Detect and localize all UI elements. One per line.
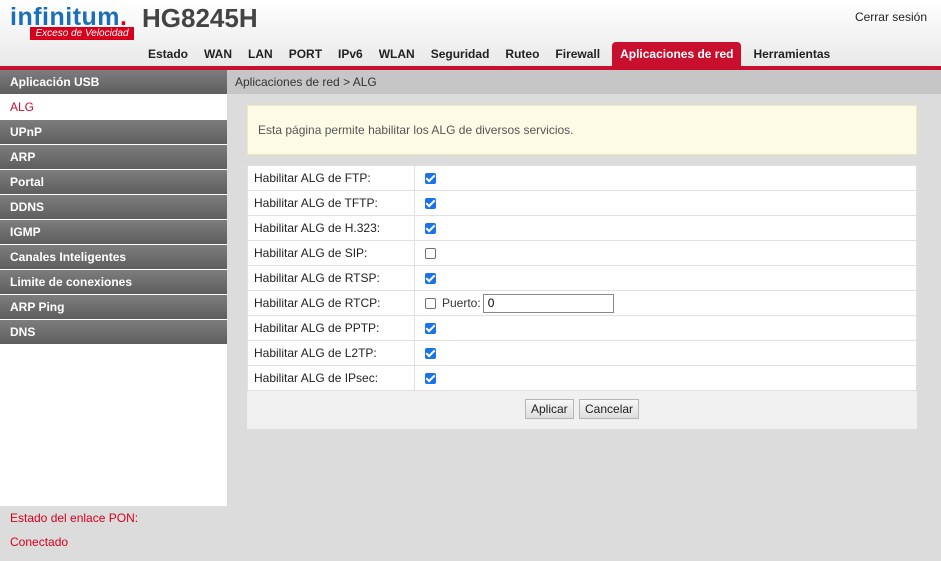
pon-status-value: Conectado xyxy=(10,535,69,549)
form-row: Habilitar ALG de TFTP: xyxy=(247,190,917,216)
form-row: Habilitar ALG de SIP: xyxy=(247,240,917,266)
alg-checkbox[interactable] xyxy=(425,173,436,185)
port-input[interactable] xyxy=(482,293,614,313)
form-row: Habilitar ALG de H.323: xyxy=(247,215,917,241)
nav-tab-estado[interactable]: Estado xyxy=(140,42,196,66)
alg-checkbox[interactable] xyxy=(425,323,436,335)
alg-value-cell xyxy=(414,365,917,391)
nav-tab-ruteo[interactable]: Ruteo xyxy=(497,42,547,66)
alg-label: Habilitar ALG de RTCP: xyxy=(247,290,415,316)
main-nav: Estado WAN LAN PORT IPv6 WLAN Seguridad Ruteo Fi… xyxy=(140,40,838,66)
nav-tab-ipv6[interactable]: IPv6 xyxy=(330,42,371,66)
alg-label: Habilitar ALG de SIP: xyxy=(247,240,415,266)
alg-value-cell xyxy=(414,190,917,216)
sidebar-item-arp[interactable]: ARP xyxy=(0,145,227,170)
alg-form: Habilitar ALG de FTP: Habilitar ALG de TF… xyxy=(247,165,917,429)
pon-status-label: Estado del enlace PON: xyxy=(10,511,139,525)
alg-value-cell xyxy=(414,165,917,191)
button-row: Aplicar Cancelar xyxy=(247,391,917,429)
sidebar-item-aplicacion-usb[interactable]: Aplicación USB xyxy=(0,70,227,95)
sidebar-item-ddns[interactable]: DDNS xyxy=(0,195,227,220)
info-box: Esta página permite habilitar los ALG de… xyxy=(247,105,917,155)
alg-value-cell xyxy=(414,315,917,341)
form-row: Habilitar ALG de RTCP: Puerto: xyxy=(247,290,917,316)
nav-tab-wan[interactable]: WAN xyxy=(196,42,240,66)
nav-tab-port[interactable]: PORT xyxy=(281,42,330,66)
nav-tab-herramientas[interactable]: Herramientas xyxy=(745,42,838,66)
alg-value-cell xyxy=(414,215,917,241)
alg-checkbox[interactable] xyxy=(425,198,436,210)
alg-checkbox[interactable] xyxy=(425,223,436,235)
nav-tab-lan[interactable]: LAN xyxy=(240,42,281,66)
nav-tab-aplicaciones-de-red[interactable]: Aplicaciones de red xyxy=(612,42,742,66)
form-row: Habilitar ALG de IPsec: xyxy=(247,365,917,391)
brand-logo: infinitum. Exceso de Velocidad xyxy=(10,3,134,40)
alg-label: Habilitar ALG de FTP: xyxy=(247,165,415,191)
sidebar-item-igmp[interactable]: IGMP xyxy=(0,220,227,245)
header: infinitum. Exceso de Velocidad HG8245H C… xyxy=(0,0,941,66)
sidebar-item-arp-ping[interactable]: ARP Ping xyxy=(0,295,227,320)
logout-link[interactable]: Cerrar sesión xyxy=(855,10,927,24)
alg-label: Habilitar ALG de L2TP: xyxy=(247,340,415,366)
sidebar-item-alg[interactable]: ALG xyxy=(0,95,227,120)
alg-label: Habilitar ALG de TFTP: xyxy=(247,190,415,216)
alg-value-cell xyxy=(414,265,917,291)
alg-label: Habilitar ALG de RTSP: xyxy=(247,265,415,291)
device-model: HG8245H xyxy=(142,3,258,33)
port-label: Puerto: xyxy=(442,296,481,310)
alg-checkbox[interactable] xyxy=(425,348,436,360)
apply-button[interactable]: Aplicar xyxy=(524,399,574,419)
logo-tagline: Exceso de Velocidad xyxy=(30,27,134,40)
alg-checkbox[interactable] xyxy=(425,248,436,260)
alg-label: Habilitar ALG de IPsec: xyxy=(247,365,415,391)
sidebar-item-canales-inteligentes[interactable]: Canales Inteligentes xyxy=(0,245,227,270)
alg-table: Habilitar ALG de FTP: Habilitar ALG de TF… xyxy=(247,165,917,391)
cancel-button[interactable]: Cancelar xyxy=(579,399,640,419)
alg-checkbox[interactable] xyxy=(425,273,436,285)
alg-label: Habilitar ALG de H.323: xyxy=(247,215,415,241)
alg-value-cell: Puerto: xyxy=(414,290,917,316)
nav-tab-wlan[interactable]: WLAN xyxy=(371,42,423,66)
alg-label: Habilitar ALG de PPTP: xyxy=(247,315,415,341)
alg-checkbox[interactable] xyxy=(425,373,436,385)
alg-checkbox[interactable] xyxy=(425,297,436,309)
sidebar: Aplicación USB ALG UPnP ARP Portal DDNS IGMP Ca… xyxy=(0,70,227,506)
main-content: Aplicaciones de red > ALG Esta página pe… xyxy=(227,70,941,561)
alg-value-cell xyxy=(414,240,917,266)
form-row: Habilitar ALG de FTP: xyxy=(247,165,917,191)
sidebar-item-upnp[interactable]: UPnP xyxy=(0,120,227,145)
form-row: Habilitar ALG de L2TP: xyxy=(247,340,917,366)
nav-tab-firewall[interactable]: Firewall xyxy=(547,42,608,66)
breadcrumb: Aplicaciones de red > ALG xyxy=(227,70,941,94)
sidebar-item-portal[interactable]: Portal xyxy=(0,170,227,195)
pon-status: Estado del enlace PON: Conectado xyxy=(0,506,227,561)
form-row: Habilitar ALG de PPTP: xyxy=(247,315,917,341)
nav-tab-seguridad[interactable]: Seguridad xyxy=(423,42,498,66)
form-row: Habilitar ALG de RTSP: xyxy=(247,265,917,291)
sidebar-item-limite-de-conexiones[interactable]: Limite de conexiones xyxy=(0,270,227,295)
alg-value-cell xyxy=(414,340,917,366)
sidebar-item-dns[interactable]: DNS xyxy=(0,320,227,345)
